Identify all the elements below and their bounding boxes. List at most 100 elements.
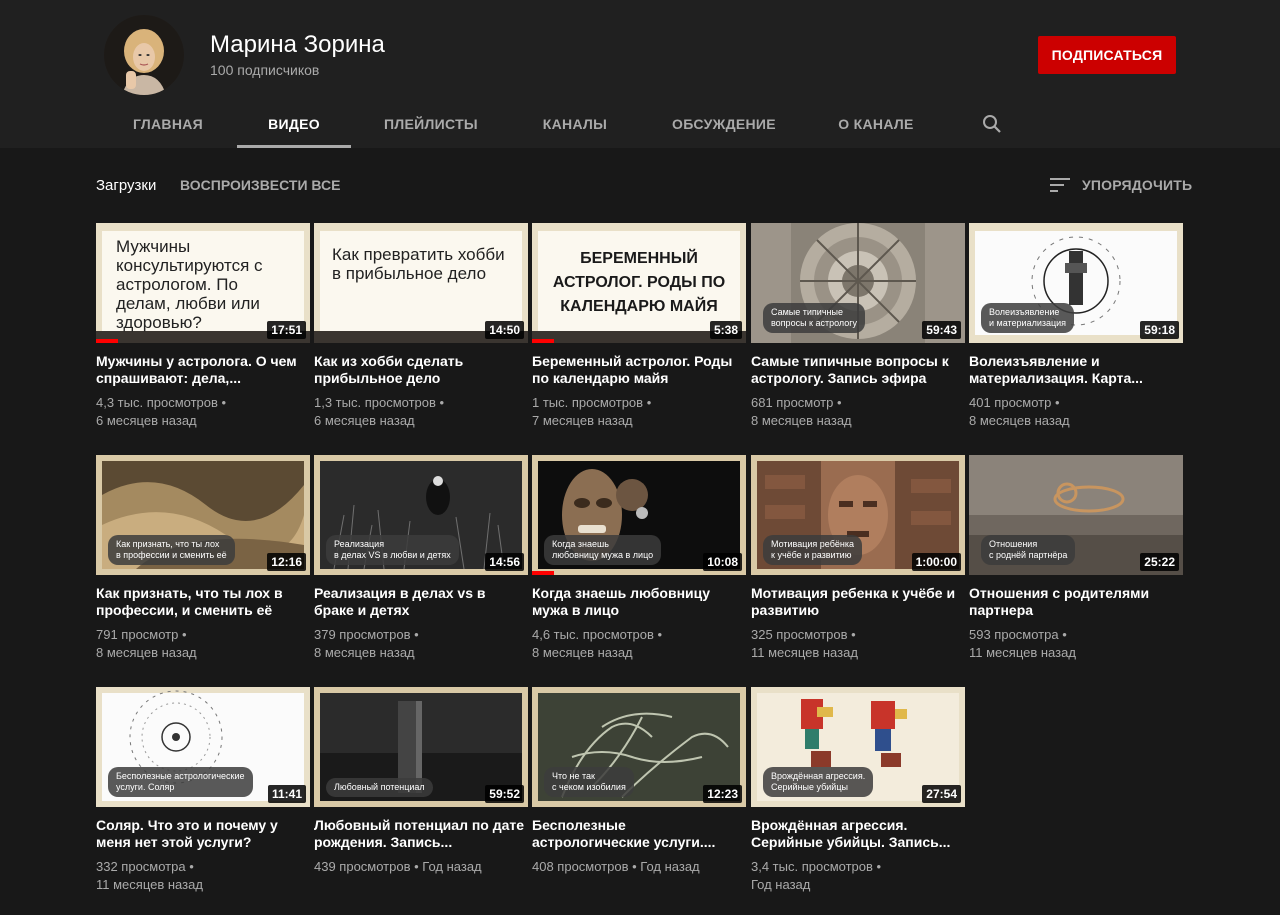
subscribe-button[interactable]: ПОДПИСАТЬСЯ (1038, 36, 1176, 74)
video-age: 6 месяцев назад (96, 413, 197, 428)
video-thumbnail[interactable]: Любовный потенциал 59:52 (314, 687, 528, 807)
video-title[interactable]: Отношения с родителями партнера (969, 585, 1183, 619)
video-thumbnail[interactable]: Что не так с чеком изобилия 12:23 (532, 687, 746, 807)
video-card[interactable]: Любовный потенциал 59:52 Любовный потенц… (314, 687, 528, 876)
video-thumbnail[interactable]: Мужчины консультируются с астрологом. По… (96, 223, 310, 343)
video-duration: 1:00:00 (911, 553, 961, 571)
thumbnail-slide-text: Как превратить хобби в прибыльное дело (332, 245, 505, 283)
video-card[interactable]: Врождённая агрессия. Серийные убийцы 27:… (751, 687, 965, 894)
video-title[interactable]: Бесполезные астрологические услуги.... (532, 817, 746, 851)
video-card[interactable]: Самые типичные вопросы к астрологу 59:43… (751, 223, 965, 430)
tab-discussion[interactable]: ОБСУЖДЕНИЕ (660, 100, 788, 148)
video-title[interactable]: Беременный астролог. Роды по календарю м… (532, 353, 746, 387)
watch-progress-bar (532, 339, 554, 343)
video-duration: 12:23 (703, 785, 742, 803)
channel-avatar[interactable] (104, 15, 184, 95)
video-meta: 3,4 тыс. просмотров • Год назад (751, 858, 965, 894)
video-meta: 325 просмотров • 11 месяцев назад (751, 626, 965, 662)
video-card[interactable]: Как признать, что ты лох в профессии и с… (96, 455, 310, 662)
video-duration: 5:38 (709, 321, 742, 339)
video-views: 593 просмотра (969, 627, 1059, 642)
video-thumbnail[interactable]: Самые типичные вопросы к астрологу 59:43 (751, 223, 965, 343)
video-card[interactable]: Как превратить хобби в прибыльное дело 1… (314, 223, 528, 430)
video-title[interactable]: Реализация в делах vs в браке и детях (314, 585, 528, 619)
video-meta: 332 просмотра • 11 месяцев назад (96, 858, 310, 894)
video-card[interactable]: Бесполезные астрологические услуги. Соля… (96, 687, 310, 894)
video-duration: 27:54 (922, 785, 961, 803)
video-thumbnail[interactable]: Отношения с роднёй партнёра 25:22 (969, 455, 1183, 575)
thumbnail-caption: Бесполезные астрологические услуги. Соля… (108, 767, 253, 797)
video-views: 3,4 тыс. просмотров (751, 859, 873, 874)
video-thumbnail[interactable]: Когда знаешь любовницу мужа в лицо 10:08 (532, 455, 746, 575)
video-card[interactable]: Когда знаешь любовницу мужа в лицо 10:08… (532, 455, 746, 662)
video-title[interactable]: Врождённая агрессия. Серийные убийцы. За… (751, 817, 965, 851)
thumbnail-caption: Отношения с роднёй партнёра (981, 535, 1076, 565)
video-meta: 593 просмотра • 11 месяцев назад (969, 626, 1183, 662)
tab-home[interactable]: ГЛАВНАЯ (124, 100, 212, 148)
video-meta: 4,3 тыс. просмотров • 6 месяцев назад (96, 394, 310, 430)
video-card[interactable]: Реализация в делах VS в любви и детях 14… (314, 455, 528, 662)
play-all-button[interactable]: ВОСПРОИЗВЕСТИ ВСЕ (180, 177, 340, 193)
video-age: 8 месяцев назад (96, 645, 197, 660)
video-duration: 59:18 (1140, 321, 1179, 339)
video-views: 4,3 тыс. просмотров (96, 395, 218, 410)
video-title[interactable]: Мотивация ребенка к учёбе и развитию (751, 585, 965, 619)
video-meta: 408 просмотров • Год назад (532, 859, 700, 874)
video-title[interactable]: Волеизъявление и материализация. Карта..… (969, 353, 1183, 387)
search-icon[interactable] (980, 112, 1004, 136)
thumbnail-caption: Мотивация ребёнка к учёбе и развитию (763, 535, 862, 565)
thumbnail-caption: Самые типичные вопросы к астрологу (763, 303, 866, 333)
video-thumbnail[interactable]: Врождённая агрессия. Серийные убийцы 27:… (751, 687, 965, 807)
video-views: 379 просмотров (314, 627, 411, 642)
thumbnail-slide-text: Мужчины консультируются с астрологом. По… (116, 237, 263, 332)
thumbnail-caption: Как признать, что ты лох в профессии и с… (108, 535, 235, 565)
thumbnail-caption: Когда знаешь любовницу мужа в лицо (544, 535, 662, 565)
video-title[interactable]: Как из хобби сделать прибыльное дело (314, 353, 528, 387)
video-meta: 401 просмотр • 8 месяцев назад (969, 394, 1183, 430)
video-card[interactable]: Что не так с чеком изобилия 12:23 Беспол… (532, 687, 746, 876)
video-thumbnail[interactable]: Как признать, что ты лох в профессии и с… (96, 455, 310, 575)
video-title[interactable]: Соляр. Что это и почему у меня нет этой … (96, 817, 310, 851)
video-thumbnail[interactable]: Волеизъявление и материализация 59:18 (969, 223, 1183, 343)
video-views: 401 просмотр (969, 395, 1052, 410)
video-thumbnail[interactable]: Как превратить хобби в прибыльное дело 1… (314, 223, 528, 343)
tab-about[interactable]: О КАНАЛЕ (828, 100, 924, 148)
video-card[interactable]: Отношения с роднёй партнёра 25:22 Отноше… (969, 455, 1183, 662)
video-meta: 379 просмотров • 8 месяцев назад (314, 626, 528, 662)
video-views: 325 просмотров (751, 627, 848, 642)
video-duration: 59:52 (485, 785, 524, 803)
uploads-title: Загрузки (96, 177, 157, 194)
video-meta: 439 просмотров • Год назад (314, 859, 482, 874)
video-duration: 12:16 (267, 553, 306, 571)
video-duration: 10:08 (703, 553, 742, 571)
video-card[interactable]: Мотивация ребёнка к учёбе и развитию 1:0… (751, 455, 965, 662)
thumbnail-slide-text: БЕРЕМЕННЫЙ АСТРОЛОГ. РОДЫ ПО КАЛЕНДАРЮ М… (552, 250, 726, 315)
sort-button[interactable]: УПОРЯДОЧИТЬ (1050, 175, 1192, 195)
video-card[interactable]: Мужчины консультируются с астрологом. По… (96, 223, 310, 430)
video-thumbnail[interactable]: Реализация в делах VS в любви и детях 14… (314, 455, 528, 575)
thumbnail-caption: Любовный потенциал (326, 778, 433, 797)
sort-icon (1050, 178, 1070, 192)
video-card[interactable]: Волеизъявление и материализация 59:18 Во… (969, 223, 1183, 430)
thumbnail-caption: Что не так с чеком изобилия (544, 767, 634, 797)
tab-playlists[interactable]: ПЛЕЙЛИСТЫ (372, 100, 490, 148)
video-age: 8 месяцев назад (314, 645, 415, 660)
video-meta: 1,3 тыс. просмотров • 6 месяцев назад (314, 394, 528, 430)
video-title[interactable]: Любовный потенциал по дате рождения. Зап… (314, 817, 528, 851)
video-title[interactable]: Как признать, что ты лох в профессии, и … (96, 585, 310, 619)
video-age: Год назад (640, 859, 700, 874)
tab-videos[interactable]: ВИДЕО (237, 100, 351, 148)
video-title[interactable]: Мужчины у астролога. О чем спрашивают: д… (96, 353, 310, 387)
video-title[interactable]: Самые типичные вопросы к астрологу. Запи… (751, 353, 965, 387)
video-age: 8 месяцев назад (969, 413, 1070, 428)
video-views: 1,3 тыс. просмотров (314, 395, 436, 410)
subscriber-count: 100 подписчиков (210, 62, 320, 78)
video-card[interactable]: БЕРЕМЕННЫЙ АСТРОЛОГ. РОДЫ ПО КАЛЕНДАРЮ М… (532, 223, 746, 430)
video-title[interactable]: Когда знаешь любовницу мужа в лицо (532, 585, 746, 619)
tab-channels[interactable]: КАНАЛЫ (530, 100, 620, 148)
thumbnail-caption: Реализация в делах VS в любви и детях (326, 535, 459, 565)
video-thumbnail[interactable]: Бесполезные астрологические услуги. Соля… (96, 687, 310, 807)
video-thumbnail[interactable]: БЕРЕМЕННЫЙ АСТРОЛОГ. РОДЫ ПО КАЛЕНДАРЮ М… (532, 223, 746, 343)
video-thumbnail[interactable]: Мотивация ребёнка к учёбе и развитию 1:0… (751, 455, 965, 575)
channel-name: Марина Зорина (210, 31, 385, 58)
